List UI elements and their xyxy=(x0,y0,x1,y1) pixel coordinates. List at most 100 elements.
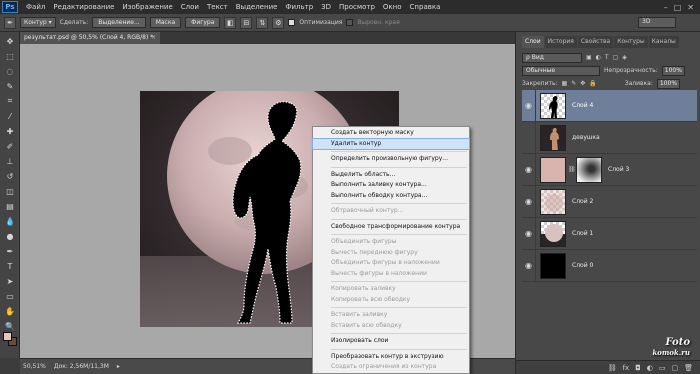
path-selection-tool-icon[interactable]: ➤ xyxy=(3,275,17,287)
folder-icon[interactable]: ▭ xyxy=(659,364,666,372)
link-icon[interactable]: ⛓ xyxy=(608,364,617,372)
lock-all-icon[interactable]: 🔒 xyxy=(589,80,596,87)
menu-3d[interactable]: 3D xyxy=(317,3,335,11)
minimize-icon[interactable]: – xyxy=(664,3,668,12)
layer-row[interactable]: ◉ Слой 2 xyxy=(522,185,697,218)
trash-icon[interactable]: 🗑 xyxy=(684,364,693,372)
new-layer-icon[interactable]: ▢ xyxy=(671,364,678,372)
history-brush-tool-icon[interactable]: ↺ xyxy=(3,170,17,182)
tab-channels[interactable]: Каналы xyxy=(648,36,679,48)
move-tool-icon[interactable]: ✥ xyxy=(3,35,17,47)
context-menu-item[interactable]: Выделить область... xyxy=(313,170,469,181)
quick-selection-tool-icon[interactable]: ✎ xyxy=(3,80,17,92)
mask-link-icon[interactable]: ⛓ xyxy=(568,166,576,173)
lock-pixels-icon[interactable]: ✎ xyxy=(571,80,576,87)
path-arrangement-icon[interactable]: ⇅ xyxy=(256,16,269,29)
tab-history[interactable]: История xyxy=(544,36,577,48)
layer-row[interactable]: ◉ ⛓ Слой 3 xyxy=(522,153,697,186)
optimization-checkbox[interactable] xyxy=(288,19,296,26)
filter-shape-icon[interactable]: ▢ xyxy=(613,54,619,61)
filter-adjustment-icon[interactable]: ◐ xyxy=(596,54,601,61)
marquee-tool-icon[interactable]: ⬚ xyxy=(3,50,17,62)
layer-row[interactable]: ◉ Слой 1 xyxy=(522,217,697,250)
mask-icon[interactable]: ◘ xyxy=(635,364,641,372)
layer-row[interactable]: ◉ Слой 4 xyxy=(522,89,697,122)
tab-layers[interactable]: Слои xyxy=(522,36,544,48)
lock-transparency-icon[interactable]: ▦ xyxy=(562,80,568,87)
layer-row[interactable]: девушка xyxy=(522,121,697,154)
menu-view[interactable]: Просмотр xyxy=(335,3,379,11)
healing-brush-tool-icon[interactable]: ✚ xyxy=(3,125,17,137)
status-menu-arrow-icon[interactable]: ▸ xyxy=(117,363,120,370)
eraser-tool-icon[interactable]: ◫ xyxy=(3,185,17,197)
opacity-input[interactable]: 100% xyxy=(661,65,685,76)
shape-tool-icon[interactable]: ▭ xyxy=(3,290,17,302)
maximize-icon[interactable]: □ xyxy=(674,3,682,12)
brush-tool-icon[interactable]: ✐ xyxy=(3,140,17,152)
layer-mask-thumbnail[interactable] xyxy=(576,156,602,183)
menu-filter[interactable]: Фильтр xyxy=(281,3,317,11)
make-mask-button[interactable]: Маска xyxy=(149,17,182,28)
eye-icon[interactable]: ◉ xyxy=(522,89,536,122)
foreground-color-swatch[interactable] xyxy=(3,332,12,341)
eyedropper-tool-icon[interactable]: ⁄ xyxy=(3,110,17,122)
context-menu-item[interactable]: Выполнить заливку контура... xyxy=(313,180,469,191)
blur-tool-icon[interactable]: 💧 xyxy=(3,215,17,227)
context-menu-item[interactable]: Преобразовать контур в экструзию xyxy=(313,352,469,363)
path-alignment-icon[interactable]: ⊟ xyxy=(240,16,253,29)
path-operations-icon[interactable]: ◧ xyxy=(224,16,237,29)
filter-smart-icon[interactable]: ◈ xyxy=(622,54,627,61)
lock-position-icon[interactable]: ✥ xyxy=(580,80,585,87)
fill-input[interactable]: 100% xyxy=(656,78,681,89)
lasso-tool-icon[interactable]: ◌ xyxy=(3,65,17,77)
eye-icon[interactable]: ◉ xyxy=(522,153,536,186)
menu-window[interactable]: Окно xyxy=(379,3,406,11)
tool-mode-select[interactable]: Контур ▾ xyxy=(20,17,56,28)
fx-icon[interactable]: fx xyxy=(623,364,630,372)
filter-type-icon[interactable]: T xyxy=(605,54,609,61)
close-tab-icon[interactable]: × xyxy=(151,34,156,41)
menu-help[interactable]: Справка xyxy=(406,3,445,11)
dodge-tool-icon[interactable]: ● xyxy=(3,230,17,242)
eye-hidden-icon[interactable] xyxy=(522,121,536,154)
pen-tool-preset-icon[interactable]: ✒ xyxy=(4,16,16,29)
menu-file[interactable]: Файл xyxy=(22,3,49,11)
eye-icon[interactable]: ◉ xyxy=(522,217,536,250)
make-selection-button[interactable]: Выделение... xyxy=(92,17,146,28)
context-menu-item[interactable]: Создать векторную маску xyxy=(313,128,469,139)
gradient-tool-icon[interactable]: ▤ xyxy=(3,200,17,212)
layer-filter-select[interactable]: ρ Вид xyxy=(522,52,582,63)
tab-paths[interactable]: Контуры xyxy=(614,36,648,48)
type-tool-icon[interactable]: T xyxy=(3,260,17,272)
menu-image[interactable]: Изображение xyxy=(118,3,176,11)
clone-stamp-tool-icon[interactable]: ⊥ xyxy=(3,155,17,167)
zoom-level[interactable]: 50,51% xyxy=(23,363,46,370)
make-shape-button[interactable]: Фигура xyxy=(185,17,221,28)
zoom-tool-icon[interactable]: 🔍 xyxy=(3,320,17,332)
context-menu-item[interactable]: Удалить контур xyxy=(312,137,470,150)
close-icon[interactable]: ✕ xyxy=(687,3,694,12)
menu-edit[interactable]: Редактирование xyxy=(49,3,118,11)
adjustment-icon[interactable]: ◐ xyxy=(647,364,653,372)
eye-icon[interactable]: ◉ xyxy=(522,185,536,218)
eye-icon[interactable]: ◉ xyxy=(522,249,536,282)
context-menu-item[interactable]: Свободное трансформирование контура xyxy=(313,222,469,233)
workspace-select[interactable]: 3D xyxy=(638,17,676,28)
gear-icon[interactable]: ⚙ xyxy=(272,16,285,29)
menu-layers[interactable]: Слои xyxy=(177,3,203,11)
tab-properties[interactable]: Свойства xyxy=(577,36,614,48)
context-menu-separator xyxy=(331,234,467,235)
context-menu-item[interactable]: Определить произвольную фигуру... xyxy=(313,154,469,165)
blend-mode-select[interactable]: Обычные xyxy=(522,65,600,76)
menu-select[interactable]: Выделение xyxy=(232,3,282,11)
context-menu-item[interactable]: Изолировать слои xyxy=(313,336,469,347)
menu-type[interactable]: Текст xyxy=(203,3,232,11)
align-edges-checkbox[interactable] xyxy=(346,19,354,26)
document-tab[interactable]: результат.psd @ 50,5% (Слой 4, RGB/8) * … xyxy=(20,32,160,44)
filter-pixel-icon[interactable]: ▣ xyxy=(586,54,592,61)
hand-tool-icon[interactable]: ✋ xyxy=(3,305,17,317)
crop-tool-icon[interactable]: ⌗ xyxy=(3,95,17,107)
pen-tool-icon[interactable]: ✒ xyxy=(3,245,17,257)
layer-row[interactable]: ◉ Слой 0 xyxy=(522,249,697,282)
context-menu-item[interactable]: Выполнить обводку контура... xyxy=(313,191,469,202)
